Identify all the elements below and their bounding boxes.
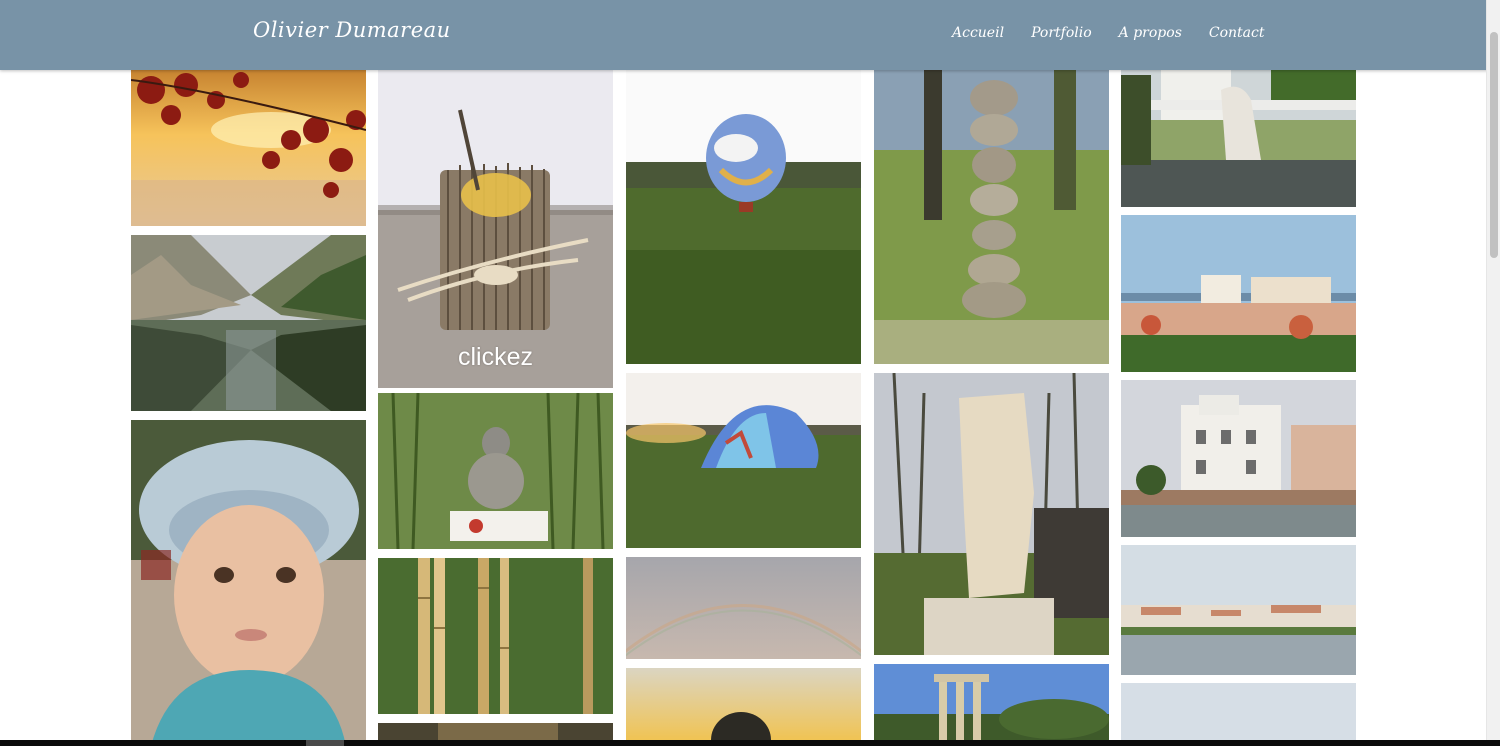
nav-contact[interactable]: Contact [1209,25,1265,41]
photo-gorge-river[interactable] [131,235,366,411]
main-nav: Accueil Portfolio A propos Contact [952,25,1291,41]
photo-villa-statue[interactable] [1121,60,1356,207]
photo-balloon-inflating[interactable] [626,373,861,548]
scrollbar-thumb[interactable] [1490,32,1498,258]
photo-autumn-leaves[interactable] [131,60,366,226]
os-taskbar [0,740,1500,746]
photo-rainbow-sky[interactable] [626,557,861,659]
site-brand[interactable]: Olivier Dumareau [253,18,451,42]
photo-balloon-field[interactable] [626,70,861,364]
nav-accueil[interactable]: Accueil [952,25,1004,41]
taskbar-item[interactable] [306,740,344,746]
nav-portfolio[interactable]: Portfolio [1031,25,1092,41]
photo-stacked-stones[interactable] [874,60,1109,364]
photo-seaside-buildings[interactable] [1121,215,1356,372]
photo-sunset-balloon[interactable] [626,668,861,746]
photo-bamboo[interactable] [378,558,613,714]
photo-overlay-caption: clickez [457,343,533,371]
nav-a-propos[interactable]: A propos [1119,25,1182,41]
photo-white-villa[interactable] [1121,380,1356,537]
photo-buddha-statue[interactable] [378,393,613,549]
site-header: Olivier Dumareau Accueil Portfolio A pro… [0,0,1500,70]
photo-child-hat[interactable] [131,420,366,746]
photo-wood-candle[interactable]: clickez [378,60,613,388]
photo-stone-sculpture[interactable] [874,373,1109,655]
page-scrollbar[interactable] [1486,0,1500,740]
photo-harbor-view[interactable] [1121,545,1356,675]
photo-temple-columns[interactable] [874,664,1109,746]
photo-partial-5[interactable] [1121,683,1356,746]
